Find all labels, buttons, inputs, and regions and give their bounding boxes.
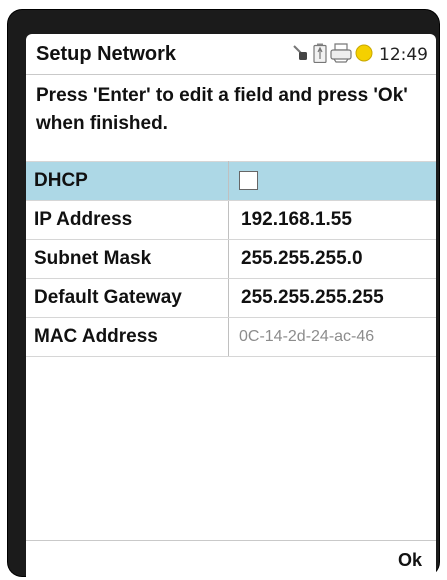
dhcp-value[interactable] — [228, 161, 436, 201]
default-gateway-field[interactable]: 255.255.255.255 — [228, 278, 436, 318]
status-light-icon — [355, 44, 373, 67]
network-fields-table: DHCP IP Address 192.168.1.55 Subnet Mask… — [26, 161, 436, 357]
clock: 12:49 — [379, 45, 428, 65]
softkey-bar: Ok — [26, 540, 436, 580]
field-label: Subnet Mask — [26, 239, 229, 279]
field-label: IP Address — [26, 200, 229, 240]
subnet-mask-field[interactable]: 255.255.255.0 — [228, 239, 436, 279]
field-label: DHCP — [26, 161, 229, 201]
battery-icon — [313, 43, 327, 68]
printer-icon — [330, 42, 352, 68]
status-area: 12:49 — [289, 42, 428, 68]
field-row-dhcp[interactable]: DHCP — [26, 161, 436, 201]
ip-address-field[interactable]: 192.168.1.55 — [228, 200, 436, 240]
field-row-mac-address: MAC Address 0C-14-2d-24-ac-46 — [26, 317, 436, 357]
instructions: Press 'Enter' to edit a field and press … — [36, 85, 408, 134]
title-bar: Setup Network 12:49 — [26, 34, 436, 75]
mac-address-value: 0C-14-2d-24-ac-46 — [228, 317, 436, 357]
field-label: Default Gateway — [26, 278, 229, 318]
ok-button[interactable]: Ok — [398, 550, 422, 571]
page-title: Setup Network — [36, 43, 177, 65]
field-row-subnet-mask[interactable]: Subnet Mask 255.255.255.0 — [26, 239, 436, 279]
dhcp-checkbox[interactable] — [239, 171, 258, 191]
field-row-ip-address[interactable]: IP Address 192.168.1.55 — [26, 200, 436, 240]
plug-icon — [292, 44, 310, 67]
device-frame: Setup Network 12:49 Press 'Enter' to edi… — [8, 10, 439, 580]
screen: Setup Network 12:49 Press 'Enter' to edi… — [26, 34, 436, 580]
field-row-default-gateway[interactable]: Default Gateway 255.255.255.255 — [26, 278, 436, 318]
field-label: MAC Address — [26, 317, 229, 357]
